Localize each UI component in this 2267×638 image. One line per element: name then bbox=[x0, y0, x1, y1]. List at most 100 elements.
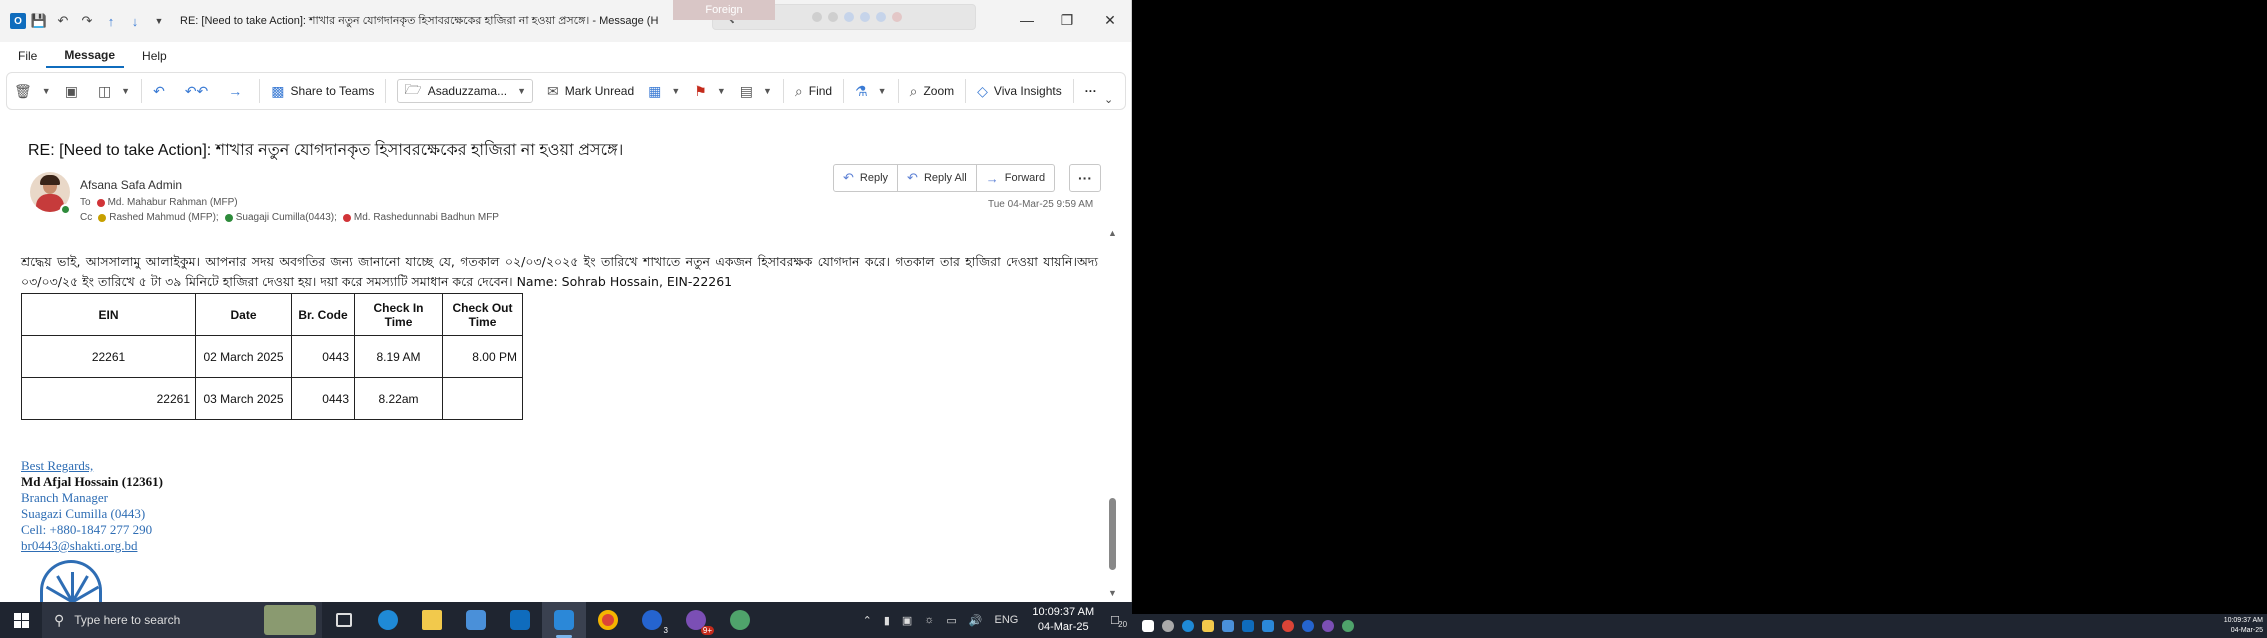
table-row: 22261 02 March 2025 0443 8.19 AM 8.00 PM bbox=[21, 335, 523, 378]
outlook-message-taskbar-icon[interactable] bbox=[542, 602, 586, 638]
ribbon-divider bbox=[1072, 79, 1074, 103]
categorize-button[interactable]: ▦ ▼ bbox=[641, 76, 687, 106]
signature-email-link[interactable]: br0443@shakti.org.bd bbox=[21, 538, 163, 554]
sender-name[interactable]: Afsana Safa Admin bbox=[80, 178, 182, 192]
reply-all-ribbon-button[interactable]: ↶↶ bbox=[178, 76, 221, 106]
outlook-taskbar-icon[interactable] bbox=[498, 602, 542, 638]
chevron-down-icon: ▼ bbox=[716, 86, 726, 96]
archive-button[interactable]: ▣ bbox=[58, 76, 91, 106]
show-hidden-icons-icon[interactable]: ⌃ bbox=[863, 614, 872, 627]
recipient-cc[interactable]: Suagaji Cumilla(0443); bbox=[236, 212, 337, 223]
camera-icon[interactable]: ▣ bbox=[902, 614, 912, 627]
task-view-icon[interactable] bbox=[322, 602, 366, 638]
app-icon[interactable] bbox=[1322, 620, 1334, 632]
volume-icon[interactable]: 🔊 bbox=[969, 614, 983, 627]
recipient-cc[interactable]: Md. Rashedunnabi Badhun MFP bbox=[354, 212, 499, 223]
recipient-cc[interactable]: Rashed Mahmud (MFP); bbox=[109, 212, 218, 223]
search-icon[interactable] bbox=[1162, 620, 1174, 632]
chrome-icon[interactable] bbox=[586, 602, 630, 638]
microsoft-store-icon[interactable] bbox=[454, 602, 498, 638]
envelope-icon: ✉ bbox=[547, 82, 559, 99]
todo-icon[interactable]: 3 bbox=[630, 602, 674, 638]
reply-all-icon: ↶ bbox=[907, 170, 918, 185]
file-explorer-icon[interactable] bbox=[1202, 620, 1214, 632]
language-indicator[interactable]: ENG bbox=[995, 614, 1019, 626]
signature-name: Md Afjal Hossain (12361) bbox=[21, 474, 163, 489]
todo-icon[interactable] bbox=[1302, 620, 1314, 632]
flag-button[interactable]: ⚑ ▼ bbox=[687, 76, 732, 106]
table-cell: 03 March 2025 bbox=[195, 377, 292, 420]
undo-icon[interactable]: ↶ bbox=[52, 10, 74, 32]
next-item-icon[interactable]: ↓ bbox=[124, 10, 146, 32]
mark-unread-button[interactable]: ✉ Mark Unread bbox=[540, 76, 641, 106]
recipient-to[interactable]: Md. Mahabur Rahman (MFP) bbox=[108, 197, 238, 208]
usb-icon[interactable]: ▮ bbox=[884, 614, 890, 627]
close-icon[interactable]: ✕ bbox=[1095, 8, 1125, 32]
menu-bar: File Message Help bbox=[0, 44, 176, 68]
zoom-button[interactable]: ⌕ Zoom bbox=[903, 76, 962, 106]
find-button[interactable]: ⌕ Find bbox=[788, 76, 839, 106]
edge-icon[interactable] bbox=[1182, 620, 1194, 632]
battery-icon[interactable]: ▭ bbox=[946, 614, 956, 627]
email-body: শ্রদ্ধেয় ভাই, আসসালামু আলাইকুম। আপনার স… bbox=[21, 254, 1098, 289]
microsoft-store-icon[interactable] bbox=[1222, 620, 1234, 632]
viva-insights-icon: ◇ bbox=[977, 82, 988, 99]
share-to-teams-button[interactable]: ▩ Share to Teams bbox=[264, 76, 381, 106]
network-icon[interactable]: ☼ bbox=[924, 614, 934, 626]
save-icon[interactable]: 💾 bbox=[28, 10, 50, 32]
translate-button[interactable]: ⚗ ▼ bbox=[848, 76, 893, 106]
windows-logo-icon[interactable] bbox=[1142, 620, 1154, 632]
secondary-clock[interactable]: 10:09:37 AM 04-Mar-25 bbox=[2224, 616, 2263, 636]
toolbar-chip-icon bbox=[843, 12, 854, 22]
menu-help[interactable]: Help bbox=[124, 44, 176, 68]
vpn-icon[interactable] bbox=[718, 602, 762, 638]
outlook-taskbar-icon[interactable] bbox=[1242, 620, 1254, 632]
chevron-down-icon: ▼ bbox=[41, 86, 51, 96]
taskbar-search-placeholder: Type here to search bbox=[74, 613, 181, 627]
notifications-icon[interactable]: ☐ 20 bbox=[1110, 614, 1127, 629]
policy-button[interactable]: ▤ ▼ bbox=[733, 76, 779, 106]
menu-file[interactable]: File bbox=[0, 44, 46, 68]
customize-toolbar-icon[interactable]: ▼ bbox=[148, 10, 170, 32]
forward-button[interactable]: → Forward bbox=[976, 164, 1056, 192]
vertical-scrollbar[interactable]: ▲ ▼ bbox=[1106, 228, 1120, 602]
signature-title: Branch Manager bbox=[21, 490, 108, 505]
vpn-icon[interactable] bbox=[1342, 620, 1354, 632]
taskbar-search-box[interactable]: ⚲ Type here to search bbox=[42, 602, 322, 638]
share-to-teams-label: Share to Teams bbox=[290, 84, 375, 98]
reply-ribbon-button[interactable]: ↶ bbox=[146, 76, 178, 106]
move-button[interactable]: ◫ ▼ bbox=[91, 76, 137, 106]
delete-button[interactable]: 🗑 ▼ bbox=[7, 76, 58, 106]
more-actions-button[interactable]: ··· bbox=[1069, 164, 1101, 192]
clock-time: 10:09:37 AM bbox=[1032, 606, 1095, 618]
app-icon[interactable]: 9+ bbox=[674, 602, 718, 638]
restore-icon[interactable]: ❐ bbox=[1052, 8, 1082, 32]
file-explorer-icon[interactable] bbox=[410, 602, 454, 638]
viva-insights-button[interactable]: ◇ Viva Insights bbox=[970, 76, 1069, 106]
ribbon-more-button[interactable]: ··· bbox=[1078, 76, 1104, 106]
edge-icon[interactable] bbox=[366, 602, 410, 638]
reply-label: Reply bbox=[859, 172, 889, 184]
quick-step-dropdown[interactable]: 🗁 Asaduzzama... ▼ bbox=[390, 76, 540, 106]
toolbar-chip-icon bbox=[811, 12, 822, 22]
collapse-ribbon-icon[interactable]: ⌄ bbox=[1104, 93, 1113, 106]
folder-icon: 🗁 bbox=[404, 81, 422, 97]
header-branch-code: Br. Code bbox=[291, 293, 355, 336]
table-cell: 8.19 AM bbox=[354, 335, 443, 378]
reply-all-label: Reply All bbox=[923, 172, 967, 184]
taskbar-clock[interactable]: 10:09:37 AM 04-Mar-25 bbox=[1032, 605, 1094, 635]
scroll-up-icon[interactable]: ▲ bbox=[1108, 228, 1117, 238]
reply-all-button[interactable]: ↶ Reply All bbox=[898, 164, 977, 192]
start-button[interactable] bbox=[0, 602, 42, 638]
previous-item-icon[interactable]: ↑ bbox=[100, 10, 122, 32]
menu-message[interactable]: Message bbox=[46, 44, 125, 68]
presence-available-icon bbox=[60, 204, 71, 215]
reply-button[interactable]: ↶ Reply bbox=[833, 164, 899, 192]
scroll-down-icon[interactable]: ▼ bbox=[1108, 588, 1117, 598]
forward-ribbon-button[interactable]: → bbox=[221, 76, 255, 106]
minimize-icon[interactable]: — bbox=[1012, 8, 1042, 32]
chrome-icon[interactable] bbox=[1282, 620, 1294, 632]
redo-icon[interactable]: ↷ bbox=[76, 10, 98, 32]
scrollbar-thumb[interactable] bbox=[1109, 498, 1116, 570]
outlook-message-taskbar-icon[interactable] bbox=[1262, 620, 1274, 632]
